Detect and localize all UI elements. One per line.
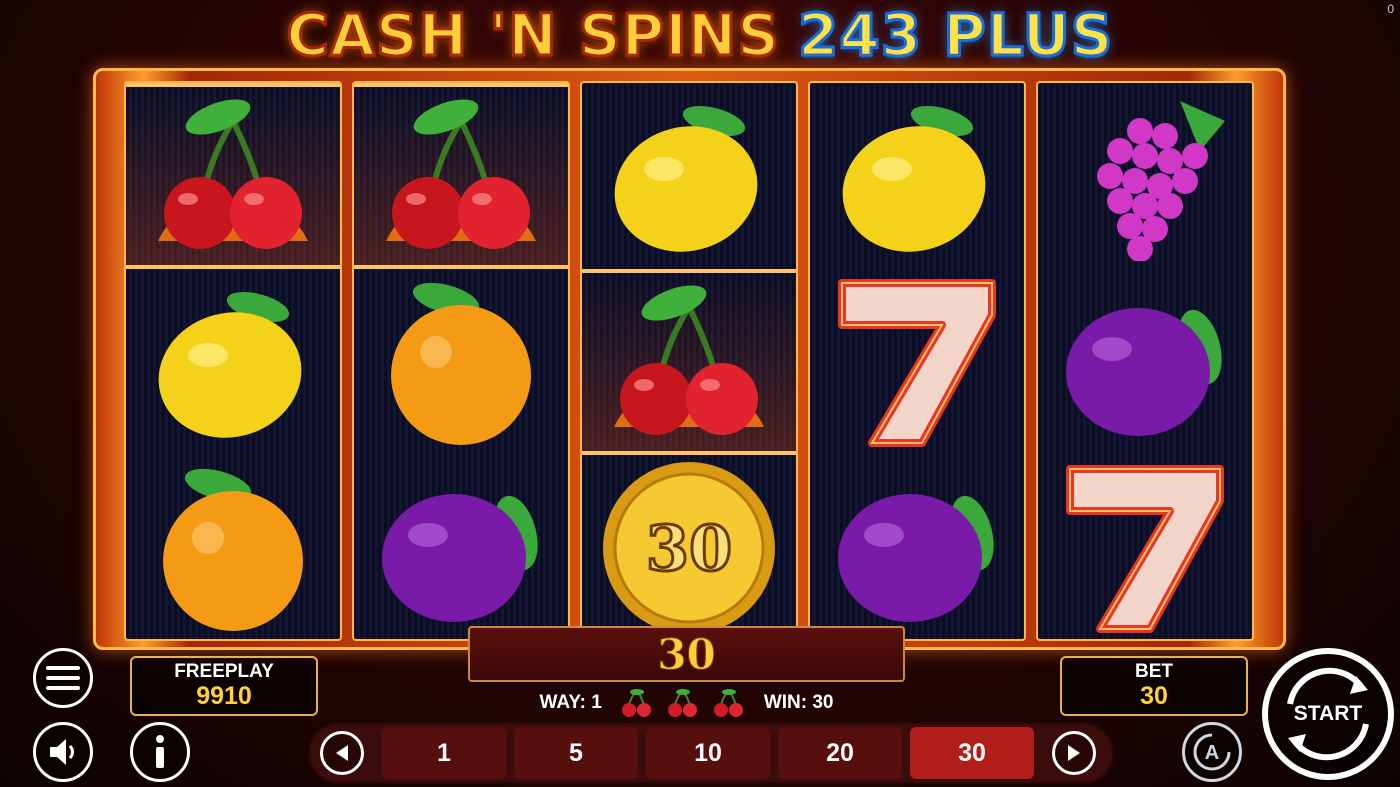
bet-selector: 1 5 10 20 30 (308, 722, 1114, 784)
cherries-fire-icon (614, 285, 764, 435)
reel-4 (808, 81, 1026, 641)
symbol-plum (810, 455, 1024, 639)
info-icon (156, 735, 164, 768)
reel-1 (124, 81, 342, 641)
start-label: START (1293, 702, 1363, 725)
freeplay-value: 9910 (196, 682, 252, 710)
symbol-lemon (810, 83, 1024, 269)
sound-button[interactable] (33, 722, 93, 782)
symbol-plum (1038, 269, 1252, 455)
bet-value: 30 (1140, 682, 1168, 710)
cherries-fire-icon (386, 99, 536, 249)
menu-button[interactable] (33, 648, 93, 708)
bet-options: 1 5 10 20 30 (382, 727, 1034, 779)
autoplay-button[interactable]: A (1182, 722, 1242, 782)
arrow-right-icon (1068, 745, 1080, 761)
symbol-cherries-fire (354, 83, 568, 269)
reel-frame: 30 (93, 68, 1286, 650)
lemon-icon (842, 105, 986, 252)
bet-option-20[interactable]: 20 (778, 727, 902, 779)
symbol-cherries-fire (582, 269, 796, 455)
plum-icon (838, 494, 994, 622)
game-title: CASH 'N SPINS 243 PLUS (0, 0, 1400, 71)
bet-panel: BET 30 (1060, 656, 1248, 716)
plum-icon (382, 494, 538, 622)
bet-increase-button[interactable] (1052, 731, 1096, 775)
bet-option-30[interactable]: 30 (910, 727, 1034, 779)
autoplay-icon: A (1193, 733, 1231, 771)
plum-icon (1066, 308, 1222, 436)
symbol-orange (354, 269, 568, 455)
coin-icon: 30 (603, 462, 775, 634)
svg-text:A: A (1205, 742, 1219, 764)
title-part2: 243 PLUS (797, 0, 1115, 71)
bet-option-10[interactable]: 10 (646, 727, 770, 779)
arrow-left-icon (336, 745, 348, 761)
reel-2 (352, 81, 570, 641)
symbol-coin: 30 (582, 455, 796, 639)
way-label: WAY: 1 (539, 692, 602, 713)
speaker-icon (50, 739, 74, 765)
way-symbols (620, 688, 746, 718)
cherries-fire-icon (158, 99, 308, 249)
orange-icon (391, 282, 531, 445)
symbol-seven (810, 269, 1024, 455)
cherry-icon (621, 689, 651, 717)
win-label: WIN: 30 (763, 692, 834, 713)
symbol-seven (1038, 455, 1252, 639)
lemon-icon (158, 291, 302, 438)
freeplay-panel: FREEPLAY 9910 (130, 656, 318, 716)
symbol-plum (354, 455, 568, 639)
cherry-icon (713, 689, 743, 717)
symbol-lemon (126, 269, 340, 455)
start-button[interactable]: START (1262, 648, 1394, 780)
orange-icon (163, 468, 303, 631)
bet-option-1[interactable]: 1 (382, 727, 506, 779)
cherry-icon (667, 689, 697, 717)
title-part1: CASH 'N SPINS (285, 0, 781, 71)
reel-5 (1036, 81, 1254, 641)
reel-3: 30 (580, 81, 798, 641)
svg-text:30: 30 (646, 512, 732, 585)
symbol-lemon (582, 83, 796, 269)
lemon-icon (614, 105, 758, 252)
symbol-cherries-fire (126, 83, 340, 269)
grapes-icon (1097, 101, 1225, 261)
symbol-grapes (1038, 83, 1252, 269)
way-win-line: WAY: 1 WIN: 30 (468, 686, 905, 720)
bet-option-5[interactable]: 5 (514, 727, 638, 779)
bet-decrease-button[interactable] (320, 731, 364, 775)
info-button[interactable] (130, 722, 190, 782)
symbol-orange (126, 455, 340, 639)
hamburger-icon (46, 666, 80, 690)
seven-icon (838, 278, 996, 447)
win-amount-display: 30 (468, 626, 905, 682)
freeplay-label: FREEPLAY (174, 661, 274, 682)
seven-icon (1066, 464, 1224, 633)
bet-label: BET (1135, 661, 1173, 682)
